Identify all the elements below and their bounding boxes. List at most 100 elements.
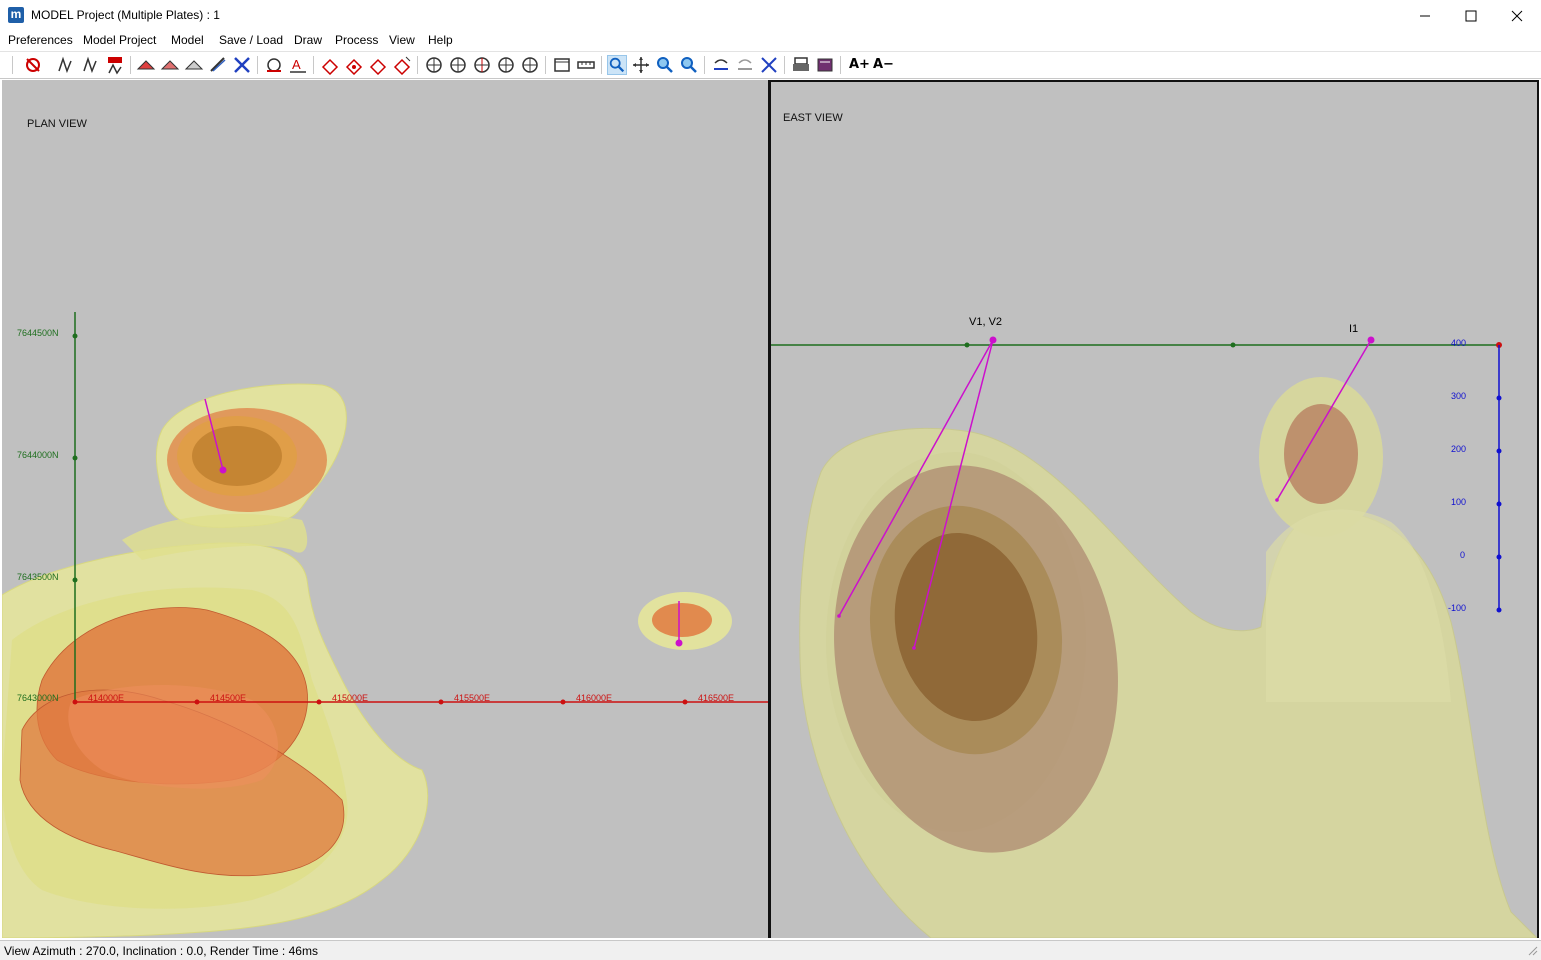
import-data-icon[interactable] [55,55,75,75]
east-tick-label: 414500E [210,693,247,703]
north-tick-label: 7643000N [17,693,59,703]
svg-text:A: A [292,57,301,72]
plan-view-viewport[interactable]: PLAN VIEW 7644500N 7644000N 7643500N 764… [2,80,768,938]
plate-edit-icon[interactable] [208,55,228,75]
elevation-tick-label: 400 [1451,338,1467,348]
compass-2-icon[interactable] [448,55,468,75]
elevation-tick-label: 300 [1451,391,1467,401]
menu-view[interactable]: View [389,33,415,47]
north-tick-label: 7644500N [17,328,59,338]
anomaly-upper-inner [192,426,282,486]
plan-view-canvas[interactable] [2,80,768,938]
zoom-all-icon[interactable] [679,55,699,75]
menu-help[interactable]: Help [428,33,453,47]
font-larger-button[interactable]: A+ [849,57,870,72]
elevation-tick-label: 200 [1451,444,1467,454]
minimize-button[interactable] [1402,0,1448,31]
east-tick-label: 416500E [698,693,735,703]
menu-preferences[interactable]: Preferences [8,33,73,47]
plate-rotate-icon[interactable] [368,55,388,75]
close-icon [1511,10,1523,21]
east-view-viewport[interactable]: EAST VIEW V1, V2 I1 400 300 200 100 0 -1… [771,80,1539,938]
toolbar-separator [417,56,418,74]
plate-marker-upper [219,466,227,474]
pan-icon[interactable] [631,55,651,75]
status-bar: View Azimuth : 270.0, Inclination : 0.0,… [0,940,1541,960]
print-icon[interactable] [791,55,811,75]
menu-save-load[interactable]: Save / Load [219,33,283,47]
plate-add-icon[interactable] [160,55,180,75]
window-title: MODEL Project (Multiple Plates) : 1 [31,8,220,22]
menu-draw[interactable]: Draw [294,33,322,47]
toolbar-separator [840,56,841,74]
north-tick-label: 7643500N [17,572,59,582]
toolbar-separator [704,56,705,74]
ruler-icon[interactable] [576,55,596,75]
plate-end-v1 [837,614,841,618]
east-axis-tick [72,699,78,705]
import-data-2-icon[interactable] [80,55,100,75]
east-axis-tick [560,699,566,705]
book-icon[interactable] [815,55,835,75]
font-smaller-button[interactable]: A− [873,57,894,72]
north-axis-tick [72,455,78,461]
plate-delete-icon[interactable] [232,55,252,75]
close-button[interactable] [1494,0,1540,31]
north-tick-label: 7644000N [17,450,59,460]
menu-model[interactable]: Model [171,33,204,47]
plate-label-i1: I1 [1349,323,1359,335]
zoom-icon[interactable] [607,55,627,75]
toolbar-separator [601,56,602,74]
compass-4-icon[interactable] [496,55,516,75]
anomaly-small-inner [652,603,712,637]
compass-5-icon[interactable] [520,55,540,75]
east-tick-label: 415000E [332,693,369,703]
east-axis-tick [194,699,200,705]
plate-new-icon[interactable] [136,55,156,75]
plate-properties-icon[interactable] [344,55,364,75]
north-axis-tick [72,333,78,339]
resize-grip-icon[interactable] [1527,945,1539,957]
toolbar-separator [130,56,131,74]
east-view-canvas[interactable] [771,82,1537,938]
menu-model-project[interactable]: Model Project [83,33,156,47]
plate-marker-i1 [1367,336,1375,344]
compass-1-icon[interactable] [424,55,444,75]
elevation-tick [1496,501,1502,507]
clear-icon[interactable] [759,55,779,75]
plate-copy-icon[interactable] [184,55,204,75]
elevation-tick [1496,554,1502,560]
annotate-icon[interactable]: A [288,55,308,75]
window-layout-icon[interactable] [552,55,572,75]
elevation-tick [1496,607,1502,613]
reset-model-icon[interactable] [23,55,43,75]
edit-plate-icon[interactable] [320,55,340,75]
surface-tick [1230,342,1236,348]
east-tick-label: 415500E [454,693,491,703]
maximize-button[interactable] [1448,0,1494,31]
elevation-tick-label: 100 [1451,497,1467,507]
app-icon: m [8,7,24,23]
toolbar-separator [257,56,258,74]
compass-3-icon[interactable] [472,55,492,75]
maximize-icon [1465,10,1477,21]
plate-move-icon[interactable] [392,55,412,75]
survey-icon[interactable] [264,55,284,75]
toolbar-separator [784,56,785,74]
east-tick-label: 414000E [88,693,125,703]
north-axis-tick [72,577,78,583]
title-bar: m MODEL Project (Multiple Plates) : 1 [0,0,1541,31]
plate-end-v2 [912,646,916,650]
import-tdr-icon[interactable] [105,55,125,75]
elevation-tick [1496,395,1502,401]
toolbar-separator [12,56,13,74]
undo-icon[interactable] [711,55,731,75]
menu-bar: Preferences Model Project Model Save / L… [0,31,1541,51]
redo-icon[interactable] [735,55,755,75]
zoom-plan-icon[interactable] [655,55,675,75]
menu-process[interactable]: Process [335,33,378,47]
plate-marker-small [675,639,683,647]
status-text: View Azimuth : 270.0, Inclination : 0.0,… [4,944,318,958]
east-tick-label: 416000E [576,693,613,703]
surface-tick [964,342,970,348]
